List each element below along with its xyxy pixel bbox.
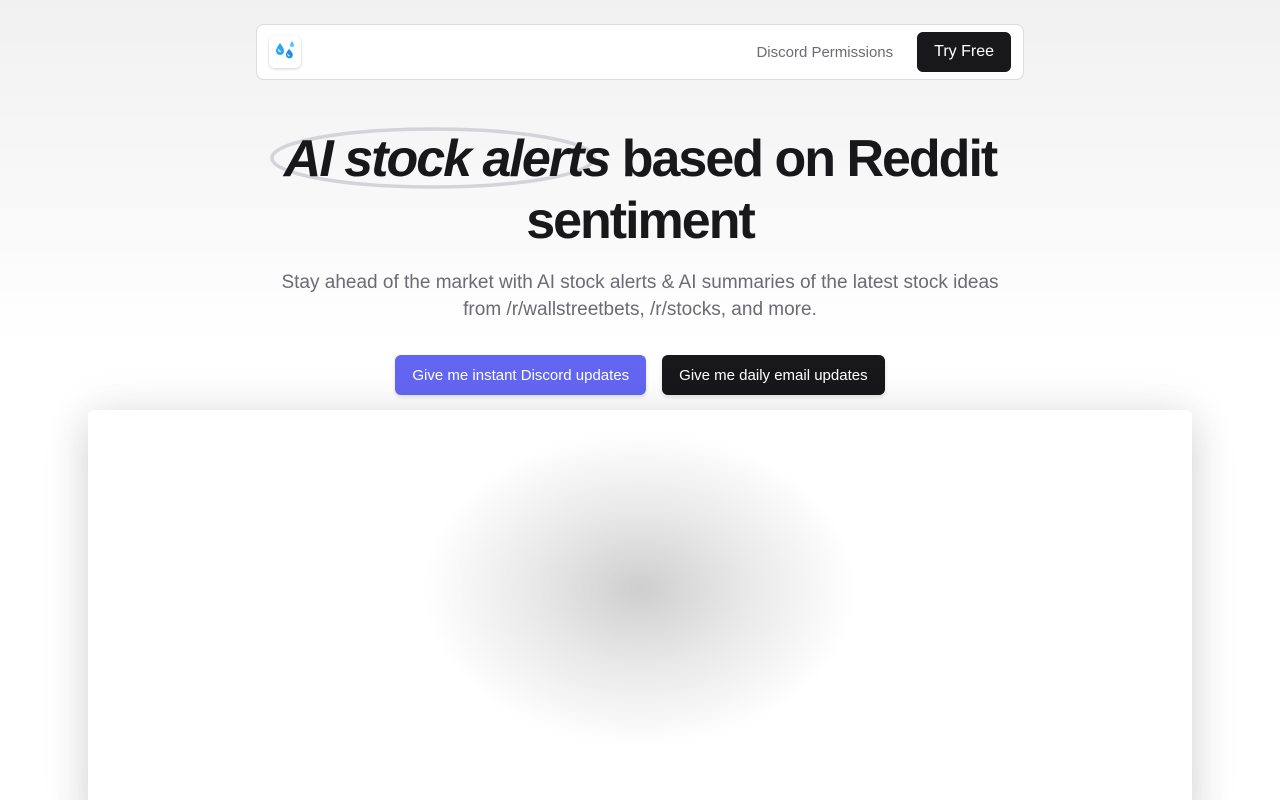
nav-right: Discord Permissions Try Free — [756, 32, 1011, 72]
logo[interactable] — [269, 36, 301, 68]
preview-panel — [88, 410, 1192, 800]
hero-title-highlight: AI stock alerts — [270, 127, 611, 190]
email-updates-button[interactable]: Give me daily email updates — [662, 355, 885, 395]
try-free-button[interactable]: Try Free — [917, 32, 1011, 72]
hero-title: AI stock alerts based on Reddit sentimen… — [240, 127, 1040, 252]
top-navbar: Discord Permissions Try Free — [256, 24, 1024, 80]
sweat-droplets-icon — [273, 38, 297, 67]
preview-loading-placeholder — [340, 410, 940, 800]
nav-link-discord-permissions[interactable]: Discord Permissions — [756, 44, 893, 61]
hero-subtitle: Stay ahead of the market with AI stock a… — [281, 272, 999, 320]
discord-updates-button[interactable]: Give me instant Discord updates — [395, 355, 647, 395]
cta-row: Give me instant Discord updates Give me … — [0, 355, 1280, 395]
